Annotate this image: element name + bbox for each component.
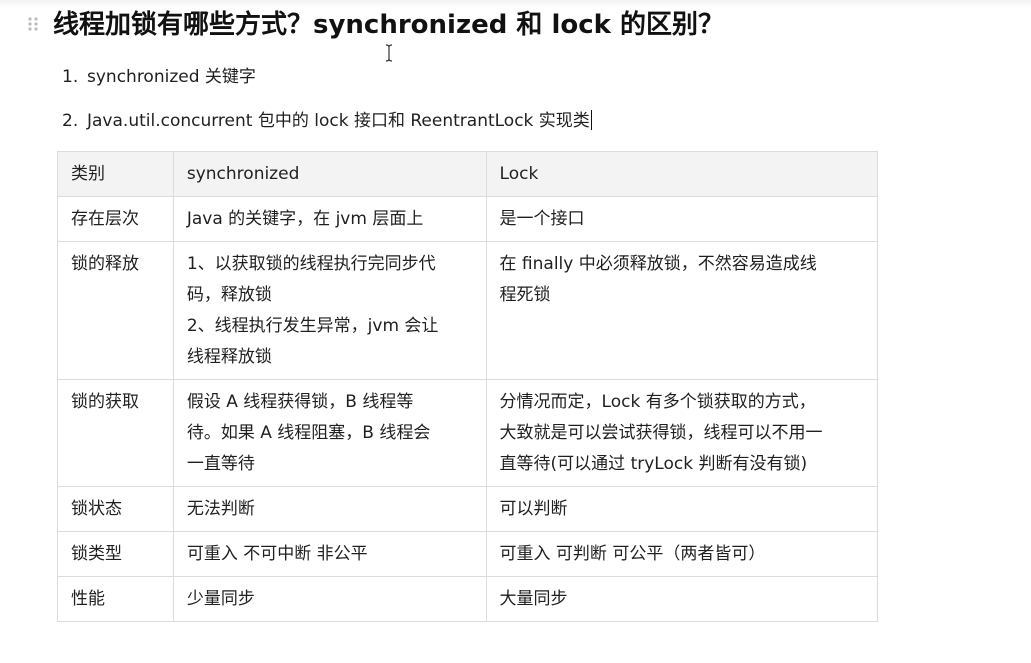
cell-text-line: 是一个接口 (499, 209, 585, 229)
cell-text-line: 少量同步 (186, 589, 255, 609)
cell-lock[interactable]: 大量同步 (485, 576, 879, 622)
list-item[interactable]: 2. Java.util.concurrent 包中的 lock 接口和 Reen… (62, 106, 592, 136)
table-row: 锁类型 可重入 不可中断 非公平 可重入 可判断 可公平（两者皆可） (57, 531, 879, 577)
cell-category[interactable]: 锁的释放 (57, 241, 174, 380)
list-item-text: Java.util.concurrent 包中的 lock 接口和 Reentr… (87, 111, 590, 131)
cell-text-line: 可以判断 (499, 499, 568, 519)
cell-category[interactable]: 锁的获取 (57, 379, 174, 487)
table-row: 锁状态 无法判断 可以判断 (57, 486, 879, 532)
cell-text-line: 可重入 不可中断 非公平 (186, 544, 368, 564)
table-body: 存在层次 Java 的关键字，在 jvm 层面上 是一个接口 锁的释放 1、以获取锁的线… (57, 196, 879, 622)
cell-text-line: 待。如果 A 线程阻塞，B 线程会 (186, 423, 431, 443)
cell-text-line: 直等待(可以通过 tryLock 判断有没有锁) (499, 454, 808, 474)
text-caret (590, 110, 592, 130)
header-lock[interactable]: Lock (485, 151, 879, 197)
table-row: 锁的获取 假设 A 线程获得锁，B 线程等 待。如果 A 线程阻塞，B 线程会 一直等… (57, 379, 879, 487)
cell-text-line: 线程释放锁 (186, 347, 272, 367)
page-title[interactable]: 线程加锁有哪些方式？synchronized 和 lock 的区别？ (53, 6, 724, 44)
list-item[interactable]: 1. synchronized 关键字 (62, 62, 592, 92)
cell-lock[interactable]: 在 finally 中必须释放锁，不然容易造成线 程死锁 (485, 241, 879, 380)
cell-category[interactable]: 存在层次 (57, 196, 174, 242)
cell-synchronized[interactable]: 可重入 不可中断 非公平 (172, 531, 487, 577)
table-header-row: 类别 synchronized Lock (57, 151, 879, 197)
cell-lock[interactable]: 是一个接口 (485, 196, 879, 242)
comparison-table: 类别 synchronized Lock 存在层次 Java 的关键字，在 jvm… (57, 151, 879, 622)
list-number: 1. (62, 67, 79, 87)
text-cursor-icon (384, 44, 394, 62)
cell-lock[interactable]: 可以判断 (485, 486, 879, 532)
cell-category[interactable]: 锁状态 (57, 486, 174, 532)
cell-text-line: 可重入 可判断 可公平（两者皆可） (499, 544, 766, 564)
cell-text-line: 程死锁 (499, 285, 551, 305)
list-item-text: synchronized 关键字 (87, 67, 256, 87)
table-row: 存在层次 Java 的关键字，在 jvm 层面上 是一个接口 (57, 196, 879, 242)
cell-synchronized[interactable]: 无法判断 (172, 486, 487, 532)
cell-text-line: 1、以获取锁的线程执行完同步代 (186, 254, 436, 274)
cell-text-line: 假设 A 线程获得锁，B 线程等 (186, 392, 414, 412)
header-category[interactable]: 类别 (57, 151, 174, 197)
list-number: 2. (62, 111, 79, 131)
cell-synchronized[interactable]: 少量同步 (172, 576, 487, 622)
table-row: 性能 少量同步 大量同步 (57, 576, 879, 622)
cell-synchronized[interactable]: 1、以获取锁的线程执行完同步代 码，释放锁 2、线程执行发生异常，jvm 会让 线程释… (172, 241, 487, 380)
cell-lock[interactable]: 分情况而定，Lock 有多个锁获取的方式， 大致就是可以尝试获得锁，线程可以不用一… (485, 379, 879, 487)
cell-text-line: 一直等待 (186, 454, 255, 474)
cell-text-line: Java 的关键字，在 jvm 层面上 (186, 209, 424, 229)
drag-handle-icon[interactable] (26, 14, 40, 34)
table-row: 锁的释放 1、以获取锁的线程执行完同步代 码，释放锁 2、线程执行发生异常，jvm 会… (57, 241, 879, 380)
cell-text-line: 2、线程执行发生异常，jvm 会让 (186, 316, 439, 336)
cell-text-line: 大量同步 (499, 589, 568, 609)
cell-text-line: 在 finally 中必须释放锁，不然容易造成线 (499, 254, 817, 274)
cell-synchronized[interactable]: Java 的关键字，在 jvm 层面上 (172, 196, 487, 242)
header-synchronized[interactable]: synchronized (172, 151, 487, 197)
document-page: 线程加锁有哪些方式？synchronized 和 lock 的区别？ 1. syn… (0, 0, 1031, 663)
cell-text-line: 无法判断 (186, 499, 255, 519)
cell-text-line: 码，释放锁 (186, 285, 272, 305)
cell-category[interactable]: 性能 (57, 576, 174, 622)
ordered-list: 1. synchronized 关键字 2. Java.util.concurren… (62, 62, 592, 136)
cell-lock[interactable]: 可重入 可判断 可公平（两者皆可） (485, 531, 879, 577)
cell-synchronized[interactable]: 假设 A 线程获得锁，B 线程等 待。如果 A 线程阻塞，B 线程会 一直等待 (172, 379, 487, 487)
cell-text-line: 大致就是可以尝试获得锁，线程可以不用一 (499, 423, 823, 443)
cell-category[interactable]: 锁类型 (57, 531, 174, 577)
cell-text-line: 分情况而定，Lock 有多个锁获取的方式， (499, 392, 816, 412)
